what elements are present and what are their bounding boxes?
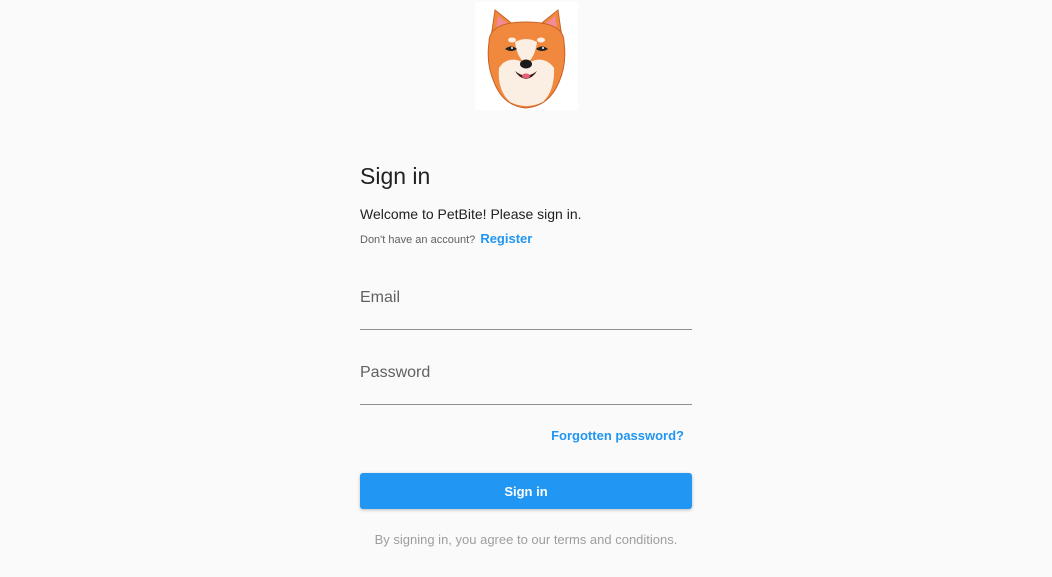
email-field[interactable]: Email [360,289,696,330]
sign-in-form: Sign in Welcome to PetBite! Please sign … [360,160,696,547]
forgot-password-link[interactable]: Forgotten password? [551,428,684,443]
terms-notice: By signing in, you agree to our terms an… [374,532,678,547]
no-account-text: Don't have an account? [360,234,476,246]
petbite-logo [475,2,578,110]
password-input[interactable] [360,381,696,400]
page-title: Sign in [360,163,431,189]
shiba-dog-icon [487,9,566,109]
register-prompt: Don't have an account? Register [360,231,532,246]
email-input[interactable] [360,306,696,325]
password-field[interactable]: Password [360,364,696,405]
email-label: Email [360,289,401,306]
password-label: Password [360,364,431,381]
register-link[interactable]: Register [480,231,532,246]
welcome-message: Welcome to PetBite! Please sign in. [360,206,582,222]
sign-in-page: Sign in Welcome to PetBite! Please sign … [0,0,1052,577]
sign-in-button[interactable]: Sign in [360,473,692,509]
